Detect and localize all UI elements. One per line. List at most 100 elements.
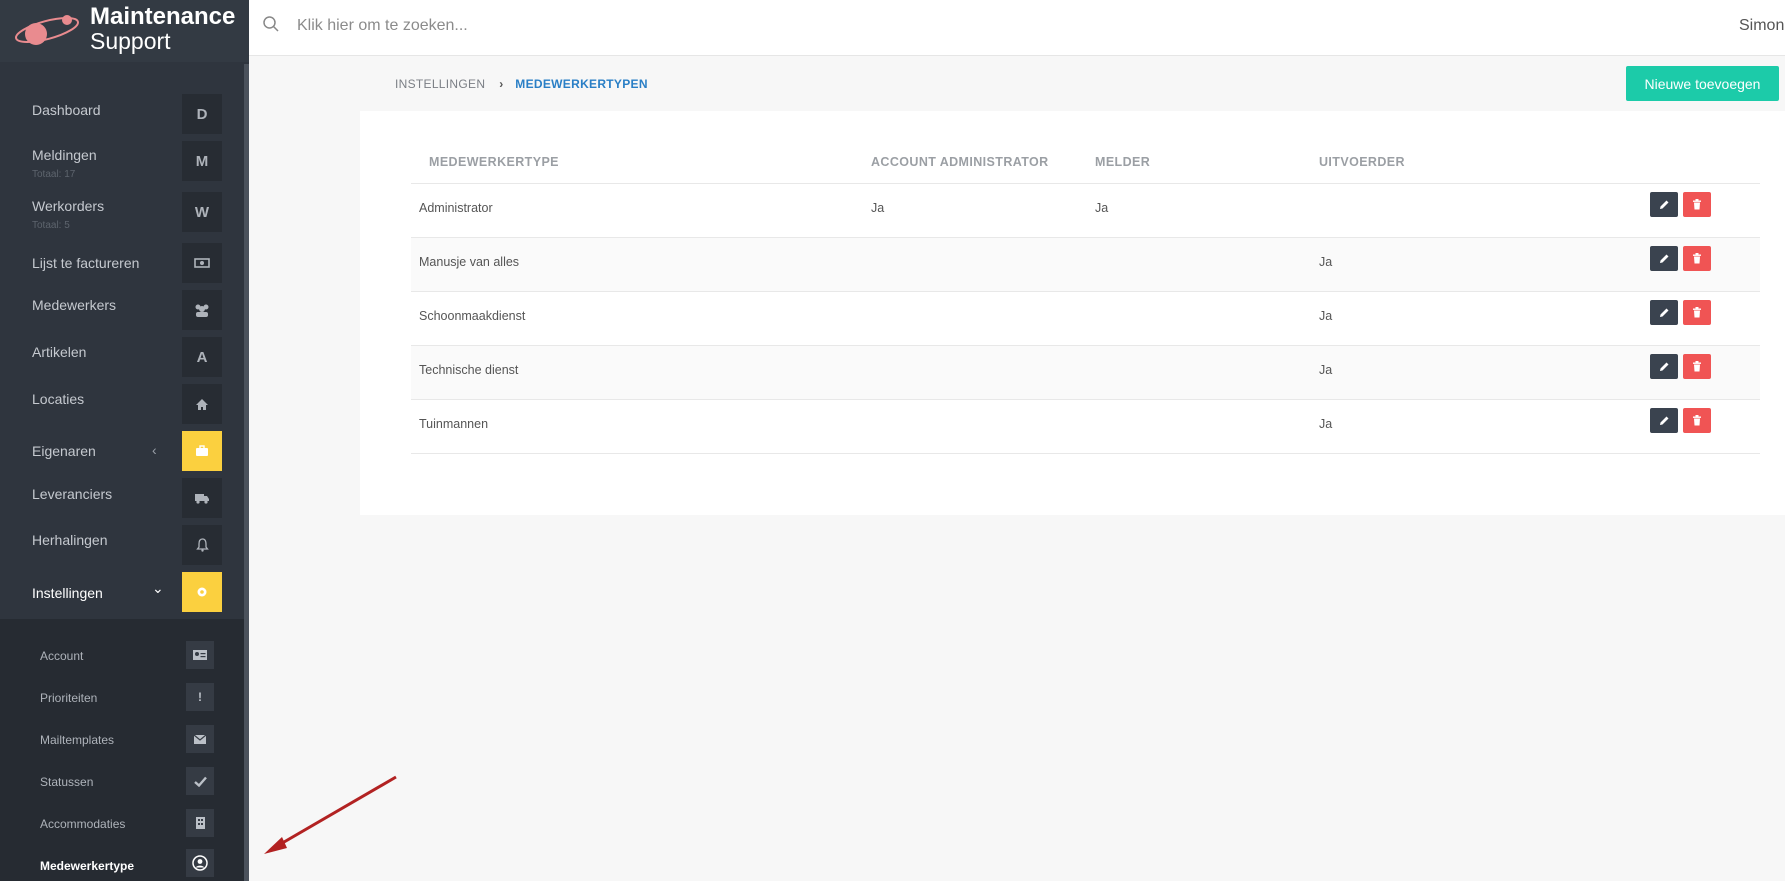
submenu-item-mailtemplates[interactable]: Mailtemplates (0, 725, 244, 757)
edit-button[interactable] (1650, 300, 1678, 325)
meldingen-badge: M (182, 141, 222, 181)
column-header-uitvoerder[interactable]: UITVOERDER (1319, 155, 1405, 169)
delete-button[interactable] (1683, 192, 1711, 217)
sidebar-item-instellingen[interactable]: Instellingen ⌄ (0, 572, 244, 616)
cell-medewerkertype: Manusje van alles (419, 255, 520, 269)
submenu-item-label: Statussen (40, 775, 94, 789)
table-row: Manusje van alles Ja (411, 237, 1760, 291)
sidebar-item-label: Medewerkers (32, 297, 117, 313)
submenu-item-accommodaties[interactable]: Accommodaties (0, 809, 244, 841)
delete-button[interactable] (1683, 300, 1711, 325)
edit-button[interactable] (1650, 354, 1678, 379)
sidebar-item-label: Lijst te factureren (32, 255, 140, 271)
breadcrumb-parent[interactable]: INSTELLINGEN (395, 77, 485, 91)
breadcrumb-separator: › (499, 77, 504, 91)
gear-icon (182, 572, 222, 612)
breadcrumb-current: MEDEWERKERTYPEN (515, 77, 648, 91)
submenu-item-prioriteiten[interactable]: Prioriteiten ! (0, 683, 244, 715)
edit-button[interactable] (1650, 192, 1678, 217)
sidebar-scrollbar[interactable] (244, 64, 249, 881)
cell-uitvoerder: Ja (1319, 255, 1333, 269)
werkorders-badge: W (182, 192, 222, 232)
pencil-icon (1659, 308, 1668, 317)
table-row: Administrator Ja Ja (411, 183, 1760, 237)
submenu-item-statussen[interactable]: Statussen (0, 767, 244, 799)
submenu-item-medewerkertype[interactable]: Medewerkertype (0, 849, 244, 881)
cell-melder: Ja (1095, 201, 1109, 215)
breadcrumb: INSTELLINGEN › MEDEWERKERTYPEN (395, 77, 648, 91)
sidebar-item-label: Leveranciers (32, 486, 113, 502)
cell-medewerkertype: Schoonmaakdienst (419, 309, 526, 323)
delete-button[interactable] (1683, 408, 1711, 433)
trash-icon (1693, 253, 1701, 264)
submenu-item-label: Mailtemplates (40, 733, 115, 747)
sidebar-item-label: Eigenaren (32, 443, 96, 459)
sidebar-item-meldingen[interactable]: Meldingen Totaal: 17 M (0, 141, 244, 185)
column-header-melder[interactable]: MELDER (1095, 155, 1150, 169)
trash-icon (1693, 361, 1701, 372)
sidebar-item-label: Instellingen (32, 585, 103, 601)
logo-orb-icon (15, 15, 79, 45)
sidebar-item-medewerkers[interactable]: Medewerkers (0, 290, 244, 334)
submenu-item-label: Medewerkertype (40, 859, 135, 873)
logo-subtitle: Support (90, 28, 171, 54)
table-row: Tuinmannen Ja (411, 399, 1760, 454)
table-card: MEDEWERKERTYPE ACCOUNT ADMINISTRATOR MEL… (360, 111, 1785, 515)
envelope-icon (186, 725, 214, 753)
home-icon (182, 384, 222, 424)
briefcase-icon (182, 431, 222, 471)
edit-button[interactable] (1650, 408, 1678, 433)
search-input[interactable] (295, 12, 899, 40)
add-new-button[interactable]: Nieuwe toevoegen (1626, 66, 1779, 101)
sidebar-item-label: Artikelen (32, 344, 87, 360)
sidebar-item-label: Dashboard (32, 102, 101, 118)
search-icon (263, 16, 279, 32)
cell-medewerkertype: Tuinmannen (419, 417, 489, 431)
sidebar-item-eigenaren[interactable]: Eigenaren ‹ (0, 431, 244, 475)
pencil-icon (1659, 416, 1668, 425)
sidebar-item-leveranciers[interactable]: Leveranciers (0, 478, 244, 522)
cell-medewerkertype: Technische dienst (419, 363, 519, 377)
dashboard-badge: D (182, 94, 222, 134)
sidebar-item-dashboard[interactable]: Dashboard D (0, 94, 244, 138)
money-icon (182, 243, 222, 283)
sidebar-item-label: Locaties (32, 391, 85, 407)
sidebar-item-label: Meldingen (32, 147, 97, 163)
sidebar-item-locaties[interactable]: Locaties (0, 384, 244, 428)
pencil-icon (1659, 254, 1668, 263)
sidebar-item-lijst-te-factureren[interactable]: Lijst te factureren (0, 243, 244, 287)
werkorders-count: Totaal: 5 (32, 220, 70, 231)
sidebar: Maintenance Support Dashboard D Meldinge… (0, 0, 249, 881)
submenu-item-label: Accommodaties (40, 817, 126, 831)
edit-button[interactable] (1650, 246, 1678, 271)
building-icon (186, 809, 214, 837)
submenu-item-account[interactable]: Account (0, 641, 244, 673)
sidebar-item-label: Herhalingen (32, 532, 108, 548)
column-header-medewerkertype[interactable]: MEDEWERKERTYPE (429, 155, 559, 169)
cell-medewerkertype: Administrator (419, 201, 493, 215)
settings-submenu: Account Prioriteiten ! Mailtemplates Sta… (0, 619, 244, 881)
table-row: Schoonmaakdienst Ja (411, 291, 1760, 345)
cell-uitvoerder: Ja (1319, 417, 1333, 431)
meldingen-count: Totaal: 17 (32, 169, 76, 180)
artikelen-badge: A (182, 337, 222, 377)
trash-icon (1693, 307, 1701, 318)
chevron-left-icon: ‹ (152, 442, 157, 458)
annotation-arrow-icon (264, 775, 397, 854)
check-icon (186, 767, 214, 795)
pencil-icon (1659, 362, 1668, 371)
sidebar-item-werkorders[interactable]: Werkorders Totaal: 5 W (0, 192, 244, 236)
logo[interactable]: Maintenance Support (0, 0, 249, 62)
user-name[interactable]: Simone (1739, 17, 1785, 35)
users-icon (182, 290, 222, 330)
column-header-account-administrator[interactable]: ACCOUNT ADMINISTRATOR (871, 155, 1049, 169)
logo-title: Maintenance (90, 3, 236, 30)
submenu-item-label: Account (40, 649, 84, 663)
table-row: Technische dienst Ja (411, 345, 1760, 399)
delete-button[interactable] (1683, 354, 1711, 379)
bell-icon (182, 525, 222, 565)
sidebar-item-herhalingen[interactable]: Herhalingen (0, 525, 244, 569)
sidebar-item-artikelen[interactable]: Artikelen A (0, 337, 244, 381)
cell-account-administrator: Ja (871, 201, 885, 215)
delete-button[interactable] (1683, 246, 1711, 271)
